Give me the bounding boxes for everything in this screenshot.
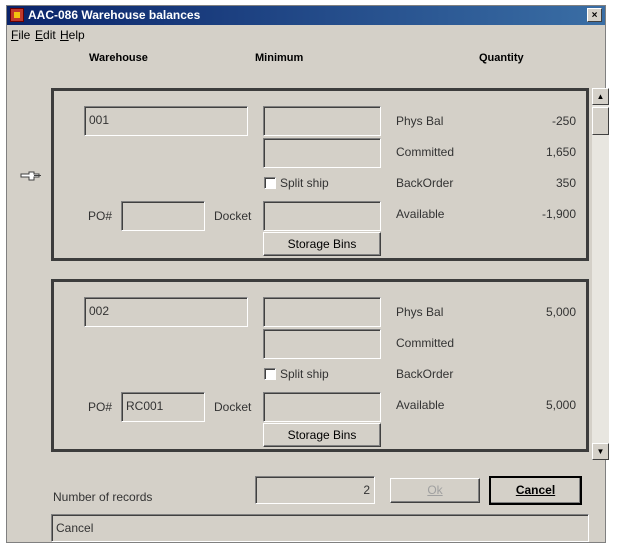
vertical-scrollbar[interactable]: ▲ ▼ <box>592 88 609 460</box>
minimum-secondary-field[interactable] <box>263 329 381 359</box>
phys-bal-label: Phys Bal <box>396 114 444 128</box>
menu-file[interactable]: File <box>11 28 30 42</box>
scroll-down-icon[interactable]: ▼ <box>592 443 609 460</box>
available-value: 5,000 <box>545 398 576 412</box>
warehouse-field[interactable]: 002 <box>84 297 248 327</box>
column-header-minimum: Minimum <box>255 52 304 64</box>
phys-bal-label: Phys Bal <box>396 305 444 319</box>
record-panel-001[interactable]: 001 Split ship PO# Docket Storage Bins P… <box>51 88 589 261</box>
window-title: AAC-086 Warehouse balances <box>28 8 201 22</box>
current-record-pointer-icon <box>20 171 41 181</box>
docket-field[interactable] <box>263 392 381 422</box>
minimum-secondary-field[interactable] <box>263 138 381 168</box>
storage-bins-button[interactable]: Storage Bins <box>263 232 381 256</box>
ok-button[interactable]: Ok <box>390 478 480 503</box>
available-label: Available <box>396 398 445 412</box>
po-label: PO# <box>88 209 113 223</box>
storage-bins-button[interactable]: Storage Bins <box>263 423 381 447</box>
warehouse-field[interactable]: 001 <box>84 106 248 136</box>
close-button[interactable]: × <box>587 8 602 22</box>
minimum-field[interactable] <box>263 297 381 327</box>
po-field[interactable] <box>121 201 205 231</box>
backorder-value: 350 <box>555 176 576 190</box>
warehouse-balances-window: AAC-086 Warehouse balances × File Edit H… <box>6 5 609 543</box>
backorder-label: BackOrder <box>396 176 454 190</box>
title-bar[interactable]: AAC-086 Warehouse balances × <box>7 6 605 25</box>
docket-field[interactable] <box>263 201 381 231</box>
po-label: PO# <box>88 400 113 414</box>
cancel-button[interactable]: Cancel <box>489 476 582 505</box>
records-count-field: 2 <box>255 476 375 504</box>
phys-bal-value: 5,000 <box>545 305 576 319</box>
available-label: Available <box>396 207 445 221</box>
scroll-thumb[interactable] <box>592 107 609 135</box>
column-header-quantity: Quantity <box>479 52 524 64</box>
app-icon <box>10 8 24 22</box>
menu-help[interactable]: Help <box>60 28 85 42</box>
records-count-label: Number of records <box>53 490 153 504</box>
record-panel-002[interactable]: 002 Split ship PO# RC001 Docket Storage … <box>51 279 589 452</box>
committed-value: 1,650 <box>545 145 576 159</box>
backorder-label: BackOrder <box>396 367 454 381</box>
menu-edit[interactable]: Edit <box>35 28 56 42</box>
column-header-warehouse: Warehouse <box>89 52 148 64</box>
split-ship-checkbox[interactable] <box>264 177 276 189</box>
split-ship-label: Split ship <box>280 367 329 381</box>
po-field[interactable]: RC001 <box>121 392 205 422</box>
minimum-field[interactable] <box>263 106 381 136</box>
status-bar: Cancel <box>51 514 589 542</box>
committed-label: Committed <box>396 145 455 159</box>
split-ship-label: Split ship <box>280 176 329 190</box>
available-value: -1,900 <box>541 207 576 221</box>
committed-label: Committed <box>396 336 455 350</box>
split-ship-checkbox[interactable] <box>264 368 276 380</box>
docket-label: Docket <box>214 209 252 223</box>
scroll-up-icon[interactable]: ▲ <box>592 88 609 105</box>
docket-label: Docket <box>214 400 252 414</box>
phys-bal-value: -250 <box>551 114 576 128</box>
